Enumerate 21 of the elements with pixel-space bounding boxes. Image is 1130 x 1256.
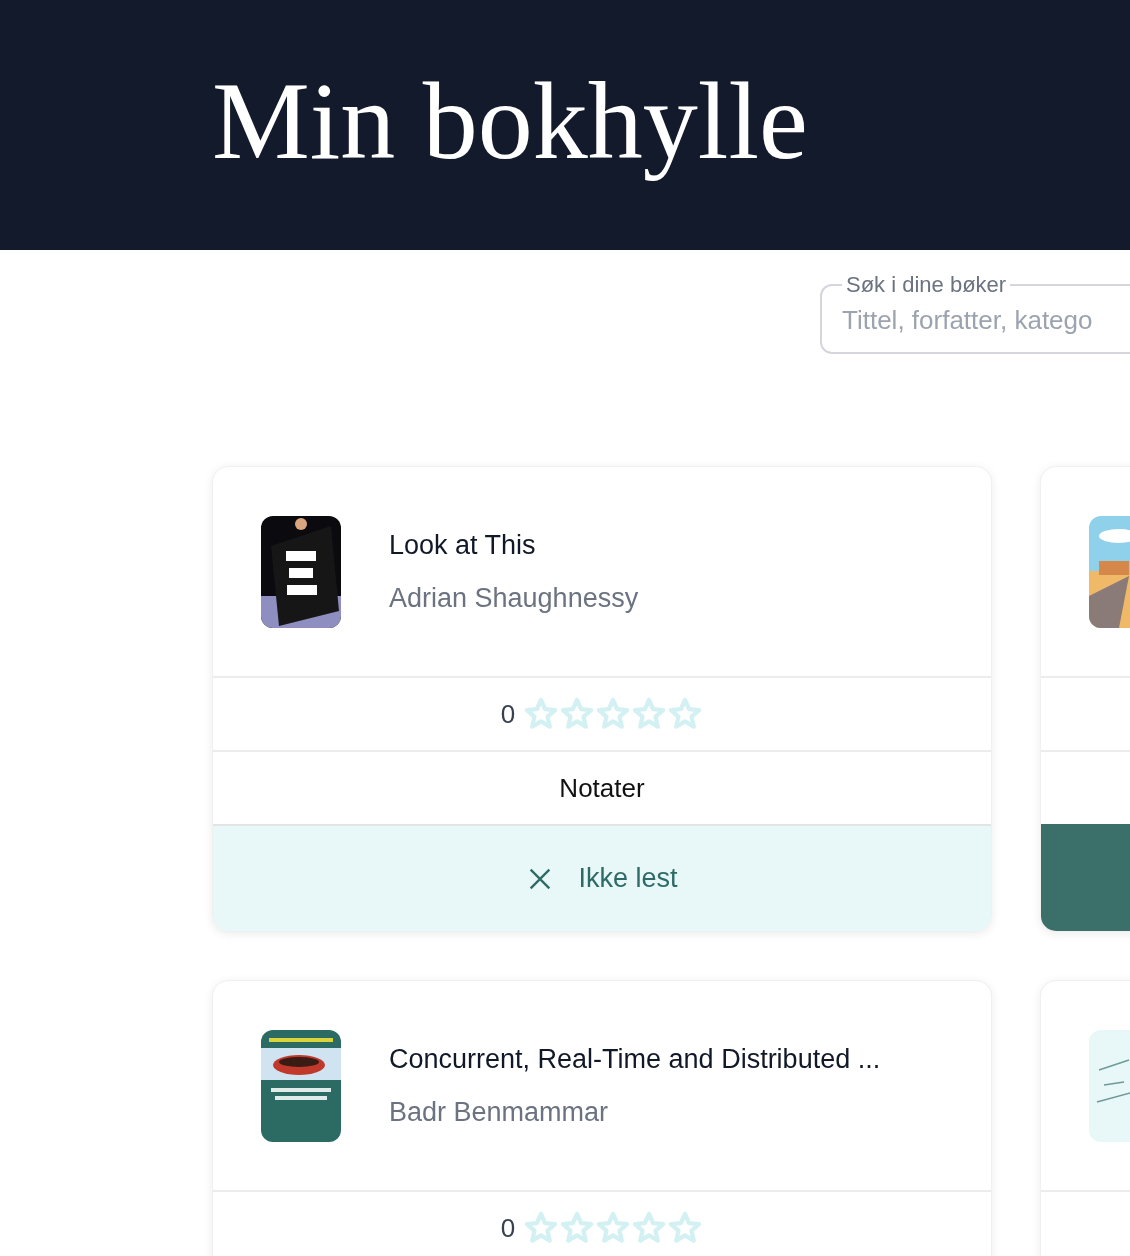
star-icon[interactable]: [667, 697, 704, 731]
star-icon[interactable]: [631, 697, 668, 731]
page-title: Min bokhylle: [212, 66, 808, 184]
star-icon[interactable]: [667, 1211, 704, 1245]
search-input[interactable]: Tittel, forfatter, katego: [842, 301, 1130, 340]
search-label: Søk i dine bøker: [845, 271, 1008, 299]
rating-value: 0: [500, 1211, 516, 1245]
star-icon[interactable]: [523, 697, 560, 731]
notes-button[interactable]: Notater: [559, 768, 645, 808]
rating-value: 0: [500, 697, 516, 731]
book-title[interactable]: Concurrent, Real-Time and Distributed ...: [389, 1039, 881, 1080]
star-icon[interactable]: [559, 697, 596, 731]
star-icon[interactable]: [595, 1211, 632, 1245]
book-author: Badr Benmammar: [389, 1095, 610, 1129]
book-title[interactable]: Look at This: [389, 525, 639, 566]
star-icon[interactable]: [559, 1211, 596, 1245]
star-icon[interactable]: [595, 697, 632, 731]
star-icon[interactable]: [523, 1211, 560, 1245]
book-author: Adrian Shaughnessy: [389, 581, 639, 615]
read-status-button[interactable]: Ikke lest: [213, 824, 991, 931]
star-icon[interactable]: [631, 1211, 668, 1245]
